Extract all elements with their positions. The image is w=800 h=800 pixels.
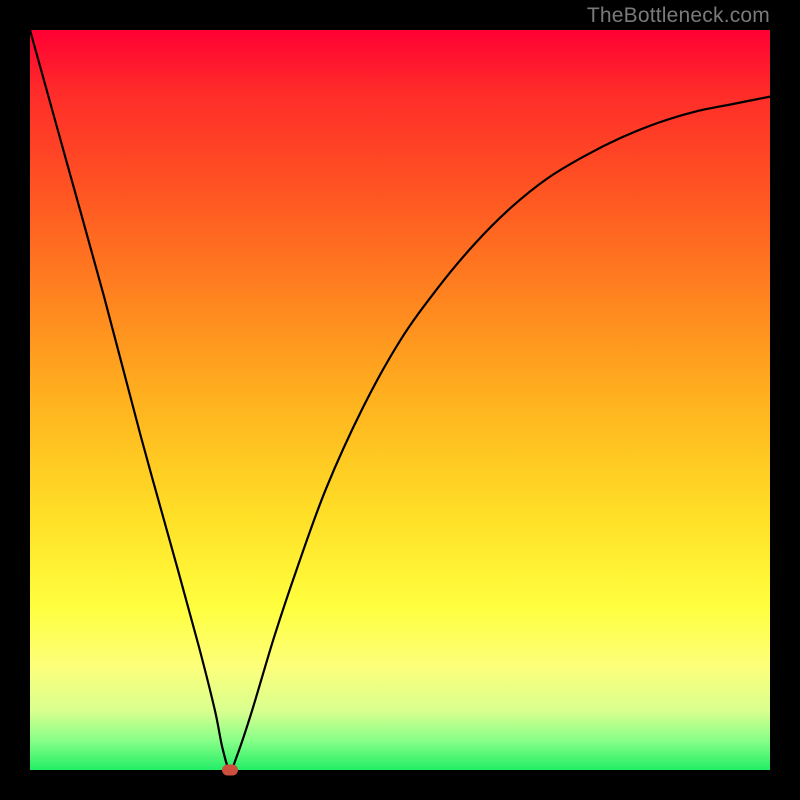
chart-frame: TheBottleneck.com [0,0,800,800]
plot-area [30,30,770,770]
bottleneck-curve [30,30,770,770]
watermark-text: TheBottleneck.com [587,4,770,28]
optimum-marker [222,765,238,776]
